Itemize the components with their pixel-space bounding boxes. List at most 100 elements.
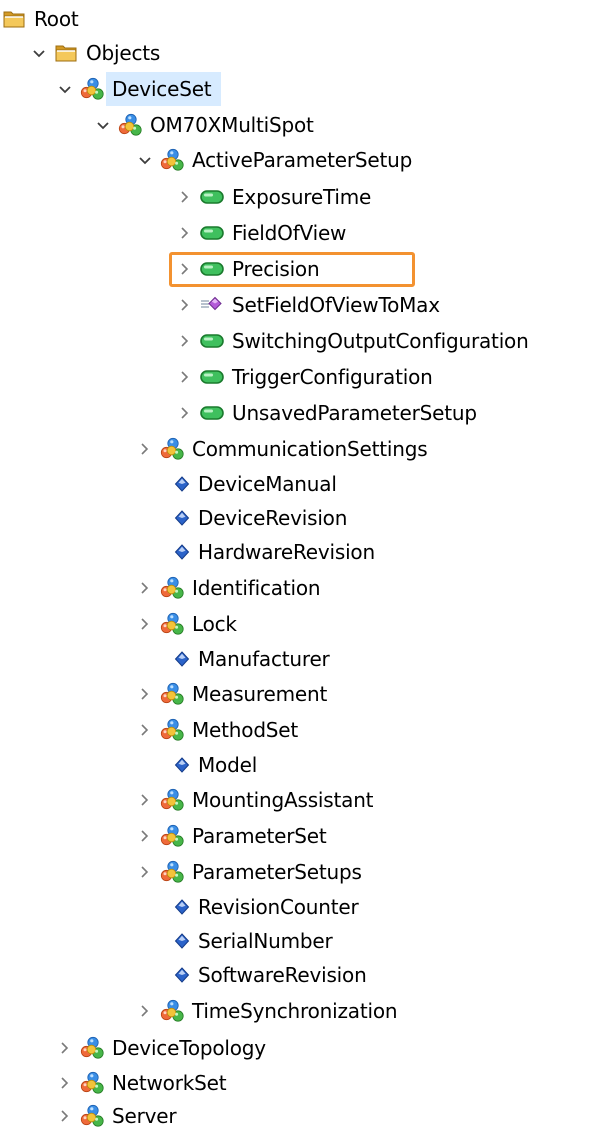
tree-node-active-parameter-setup[interactable]: ActiveParameterSetup <box>134 143 412 177</box>
tree-node-parameter-setups[interactable]: ParameterSetups <box>134 855 362 889</box>
property-icon <box>172 924 192 958</box>
tree-node-label: Manufacturer <box>198 647 330 671</box>
tree-node-objects[interactable]: Objects <box>28 36 160 70</box>
object-icon <box>158 571 186 605</box>
folder-icon <box>0 2 28 36</box>
tree-node-label: ExposureTime <box>232 185 372 209</box>
object-icon <box>78 1099 106 1133</box>
tree-node-label: Root <box>34 7 79 31</box>
property-icon <box>172 467 192 501</box>
tree-node-label: TimeSynchronization <box>192 999 398 1023</box>
chevron-down-icon[interactable] <box>92 108 114 142</box>
tree-node-server[interactable]: Server <box>54 1099 177 1133</box>
object-icon <box>158 994 186 1028</box>
object-icon <box>158 432 186 466</box>
tree-node-label: DeviceManual <box>198 472 337 496</box>
tree-node-label: RevisionCounter <box>198 895 359 919</box>
tree-node-lock[interactable]: Lock <box>134 607 237 641</box>
tree-node-field-of-view[interactable]: FieldOfView <box>174 216 346 250</box>
chevron-right-icon[interactable] <box>54 1031 76 1065</box>
variable-icon <box>198 216 226 250</box>
tree-node-label: Objects <box>86 41 161 65</box>
tree-node-exposure-time[interactable]: ExposureTime <box>174 180 371 214</box>
tree-node-root[interactable]: Root <box>0 2 79 36</box>
tree-node-label: Measurement <box>192 682 328 706</box>
object-icon <box>78 1066 106 1100</box>
tree-node-label: DeviceRevision <box>198 506 348 530</box>
chevron-down-icon[interactable] <box>134 143 156 177</box>
chevron-right-icon[interactable] <box>134 713 156 747</box>
tree-node-label: TriggerConfiguration <box>232 365 433 389</box>
chevron-down-icon[interactable] <box>54 72 76 106</box>
chevron-right-icon[interactable] <box>174 252 196 286</box>
property-icon <box>172 890 192 924</box>
tree-node-label: UnsavedParameterSetup <box>232 401 477 425</box>
chevron-right-icon[interactable] <box>174 180 196 214</box>
tree-node-label: Lock <box>192 612 237 636</box>
tree-node-label: Server <box>112 1104 177 1128</box>
chevron-right-icon[interactable] <box>134 994 156 1028</box>
tree-node-identification[interactable]: Identification <box>134 571 321 605</box>
tree-node-time-synchronization[interactable]: TimeSynchronization <box>134 994 398 1028</box>
tree-node-device-topology[interactable]: DeviceTopology <box>54 1031 266 1065</box>
chevron-right-icon[interactable] <box>134 607 156 641</box>
object-icon <box>78 1031 106 1065</box>
chevron-right-icon[interactable] <box>134 677 156 711</box>
tree-node-label: Precision <box>232 257 320 281</box>
tree-node-manufacturer[interactable]: Manufacturer <box>170 642 330 676</box>
object-icon <box>158 677 186 711</box>
object-icon <box>158 143 186 177</box>
chevron-right-icon[interactable] <box>134 855 156 889</box>
object-icon <box>158 783 186 817</box>
tree-node-device-manual[interactable]: DeviceManual <box>170 467 337 501</box>
tree-node-software-revision[interactable]: SoftwareRevision <box>170 958 367 992</box>
chevron-right-icon[interactable] <box>134 432 156 466</box>
chevron-right-icon[interactable] <box>174 396 196 430</box>
tree-node-trigger-configuration[interactable]: TriggerConfiguration <box>174 360 433 394</box>
tree-node-om70xmultispot[interactable]: OM70XMultiSpot <box>92 108 314 142</box>
property-icon <box>172 642 192 676</box>
object-icon <box>158 819 186 853</box>
tree-node-hardware-revision[interactable]: HardwareRevision <box>170 535 375 569</box>
tree-node-unsaved-parameter-setup[interactable]: UnsavedParameterSetup <box>174 396 477 430</box>
tree-node-label: MethodSet <box>192 718 299 742</box>
tree-node-label: MountingAssistant <box>192 788 374 812</box>
tree-node-mounting-assistant[interactable]: MountingAssistant <box>134 783 374 817</box>
tree-node-model[interactable]: Model <box>170 748 257 782</box>
chevron-right-icon[interactable] <box>174 324 196 358</box>
tree-node-communication-settings[interactable]: CommunicationSettings <box>134 432 428 466</box>
tree-node-label: FieldOfView <box>232 221 347 245</box>
chevron-right-icon[interactable] <box>174 216 196 250</box>
tree-node-device-revision[interactable]: DeviceRevision <box>170 501 347 535</box>
property-icon <box>172 535 192 569</box>
chevron-right-icon[interactable] <box>134 571 156 605</box>
chevron-right-icon[interactable] <box>134 819 156 853</box>
tree-node-label: SetFieldOfViewToMax <box>232 293 440 317</box>
tree-node-measurement[interactable]: Measurement <box>134 677 327 711</box>
chevron-down-icon[interactable] <box>28 36 50 70</box>
tree-node-parameter-set[interactable]: ParameterSet <box>134 819 327 853</box>
tree-node-serial-number[interactable]: SerialNumber <box>170 924 333 958</box>
tree-node-label: OM70XMultiSpot <box>150 113 314 137</box>
chevron-right-icon[interactable] <box>54 1066 76 1100</box>
variable-icon <box>198 180 226 214</box>
property-icon <box>172 748 192 782</box>
tree-node-network-set[interactable]: NetworkSet <box>54 1066 227 1100</box>
tree-node-label: ActiveParameterSetup <box>192 148 413 172</box>
chevron-right-icon[interactable] <box>174 360 196 394</box>
chevron-right-icon[interactable] <box>174 288 196 322</box>
tree-node-precision[interactable]: Precision <box>174 252 320 286</box>
property-icon <box>172 501 192 535</box>
tree-node-revision-counter[interactable]: RevisionCounter <box>170 890 359 924</box>
object-icon <box>158 607 186 641</box>
object-icon <box>78 72 106 106</box>
tree-node-label: SwitchingOutputConfiguration <box>232 329 529 353</box>
tree-node-switching-output-configuration[interactable]: SwitchingOutputConfiguration <box>174 324 529 358</box>
tree-node-label: DeviceTopology <box>112 1036 266 1060</box>
chevron-right-icon[interactable] <box>54 1099 76 1133</box>
tree-node-set-field-of-view-to-max[interactable]: SetFieldOfViewToMax <box>174 288 440 322</box>
chevron-right-icon[interactable] <box>134 783 156 817</box>
tree-node-device-set[interactable]: DeviceSet <box>54 72 222 106</box>
tree-node-method-set[interactable]: MethodSet <box>134 713 298 747</box>
object-icon <box>116 108 144 142</box>
